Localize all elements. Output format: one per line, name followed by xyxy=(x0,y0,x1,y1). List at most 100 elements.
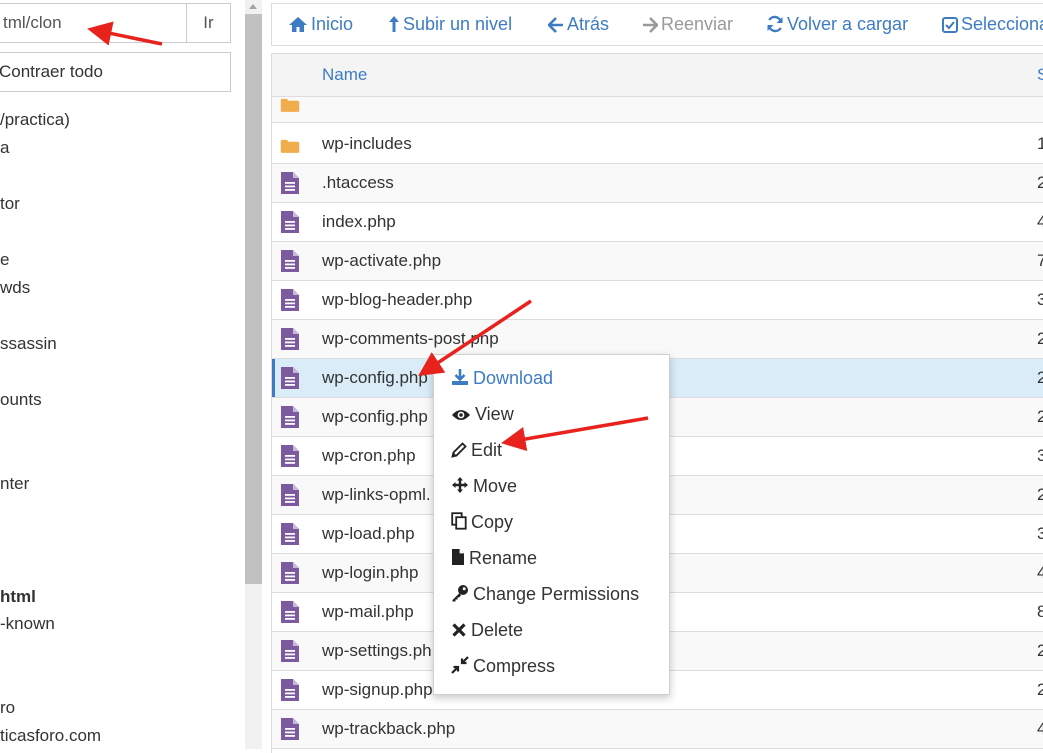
home-label: Inicio xyxy=(311,14,354,34)
menu-item-label: Delete xyxy=(471,620,524,640)
arrow-left-icon xyxy=(547,17,563,33)
text-file-icon xyxy=(281,172,299,194)
sidebar-scrollbar[interactable] xyxy=(245,0,262,749)
tree-item[interactable]: /practica) xyxy=(0,110,70,130)
menu-item-label: Change Permissions xyxy=(473,584,640,604)
text-file-icon xyxy=(281,640,299,662)
text-file-icon xyxy=(281,250,299,272)
tree-item[interactable]: tor xyxy=(0,194,20,214)
menu-item-label: Rename xyxy=(469,548,538,568)
menu-item-compress[interactable]: Compress xyxy=(451,651,555,681)
file-name: wp-settings.ph xyxy=(322,641,432,660)
tree-item[interactable]: e xyxy=(0,250,9,270)
back-button[interactable]: Atrás xyxy=(547,4,610,45)
file-name: wp-includes xyxy=(322,134,412,153)
column-header-size[interactable]: S xyxy=(1037,54,1043,96)
menu-item-label: Move xyxy=(473,476,518,496)
menu-item-download[interactable]: Download xyxy=(451,363,553,393)
path-input[interactable] xyxy=(0,3,186,43)
file-size: 1 xyxy=(1037,125,1043,163)
file-name: wp-mail.php xyxy=(322,602,414,621)
table-row[interactable]: wp-activate.php 7 xyxy=(272,242,1043,281)
menu-item-copy[interactable]: Copy xyxy=(451,507,513,537)
home-icon xyxy=(289,17,307,32)
up-one-level-label: Subir un nivel xyxy=(403,14,513,34)
file-icon xyxy=(452,549,464,565)
home-button[interactable]: Inicio xyxy=(288,4,353,45)
menu-item-label: Copy xyxy=(471,512,514,532)
compress-icon xyxy=(451,656,469,674)
menu-item-change-permissions[interactable]: Change Permissions xyxy=(451,579,639,609)
menu-item-label: Download xyxy=(473,368,554,388)
file-size: 2 xyxy=(1037,398,1043,436)
file-size: 4 xyxy=(1037,203,1043,241)
select-all-label: Selecciona xyxy=(961,14,1043,34)
column-header-name[interactable]: Name xyxy=(322,54,367,96)
file-size: 2 xyxy=(1037,359,1043,397)
scroll-up-arrow-icon[interactable] xyxy=(249,4,257,9)
table-row[interactable]: index.php 4 xyxy=(272,203,1043,242)
text-file-icon xyxy=(281,562,299,584)
file-name: wp-login.php xyxy=(322,563,419,582)
forward-button[interactable]: Reenviar xyxy=(642,4,733,45)
tree-item[interactable]: wds xyxy=(0,278,30,298)
table-row[interactable]: .htaccess 2 xyxy=(272,164,1043,203)
file-name: wp-links-opml. xyxy=(322,485,431,504)
text-file-icon xyxy=(281,679,299,701)
select-all-button[interactable]: Selecciona xyxy=(942,4,1043,45)
menu-item-label: Edit xyxy=(471,440,503,460)
file-name: wp-comments-post.php xyxy=(322,329,499,348)
file-name: wp-load.php xyxy=(322,524,415,543)
forward-label: Reenviar xyxy=(661,14,734,34)
download-icon xyxy=(452,369,468,385)
go-button[interactable]: Ir xyxy=(186,3,231,43)
file-size: 2 xyxy=(1037,320,1043,358)
checkbox-icon xyxy=(942,17,958,33)
file-name: wp-activate.php xyxy=(322,251,442,270)
table-row[interactable]: wp-blog-header.php 3 xyxy=(272,281,1043,320)
level-up-icon xyxy=(389,16,399,32)
up-one-level-button[interactable]: Subir un nivel xyxy=(388,4,512,45)
file-size: 8 xyxy=(1037,593,1043,631)
menu-item-edit[interactable]: Edit xyxy=(451,435,502,465)
close-icon xyxy=(452,623,466,637)
text-file-icon xyxy=(281,367,299,389)
text-file-icon xyxy=(281,523,299,545)
text-file-icon xyxy=(281,484,299,506)
reload-button[interactable]: Volver a cargar xyxy=(766,4,908,45)
collapse-all-button[interactable]: Contraer todo xyxy=(0,52,231,92)
menu-item-view[interactable]: View xyxy=(451,399,514,429)
eye-icon xyxy=(452,410,470,420)
toolbar: Inicio Subir un nivel Atrás Reenviar Vol… xyxy=(271,3,1043,46)
menu-item-delete[interactable]: Delete xyxy=(451,615,523,645)
tree-item[interactable]: ro xyxy=(0,698,15,718)
tree-item[interactable]: ticasforo.com xyxy=(0,726,101,746)
tree-item[interactable]: -known xyxy=(0,614,55,634)
file-size: 2 xyxy=(1037,632,1043,670)
file-size: 3 xyxy=(1037,437,1043,475)
file-name: wp-cron.php xyxy=(322,446,416,465)
copy-icon xyxy=(451,512,467,530)
context-menu: Download View Edit Move Copy Rename Chan… xyxy=(433,354,670,695)
menu-item-move[interactable]: Move xyxy=(451,471,517,501)
tree-item[interactable]: nter xyxy=(0,474,29,494)
table-header: Name S xyxy=(272,54,1043,97)
text-file-icon xyxy=(281,328,299,350)
tree-item[interactable]: a xyxy=(0,138,9,158)
table-row[interactable]: wp-includes 1 xyxy=(272,125,1043,164)
file-size: 4 xyxy=(1037,710,1043,748)
text-file-icon xyxy=(281,211,299,233)
tree-item[interactable]: ssassin xyxy=(0,334,57,354)
reload-label: Volver a cargar xyxy=(787,14,909,34)
menu-item-rename[interactable]: Rename xyxy=(451,543,537,573)
scroll-thumb[interactable] xyxy=(245,14,262,584)
text-file-icon xyxy=(281,289,299,311)
table-row[interactable]: wp-trackback.php 4 xyxy=(272,710,1043,749)
text-file-icon xyxy=(281,601,299,623)
back-label: Atrás xyxy=(567,14,610,34)
tree-item-current[interactable]: html xyxy=(0,587,36,607)
pencil-icon xyxy=(451,442,467,458)
folder-icon xyxy=(280,139,300,153)
file-name: wp-signup.php xyxy=(322,680,433,699)
tree-item[interactable]: ounts xyxy=(0,390,42,410)
